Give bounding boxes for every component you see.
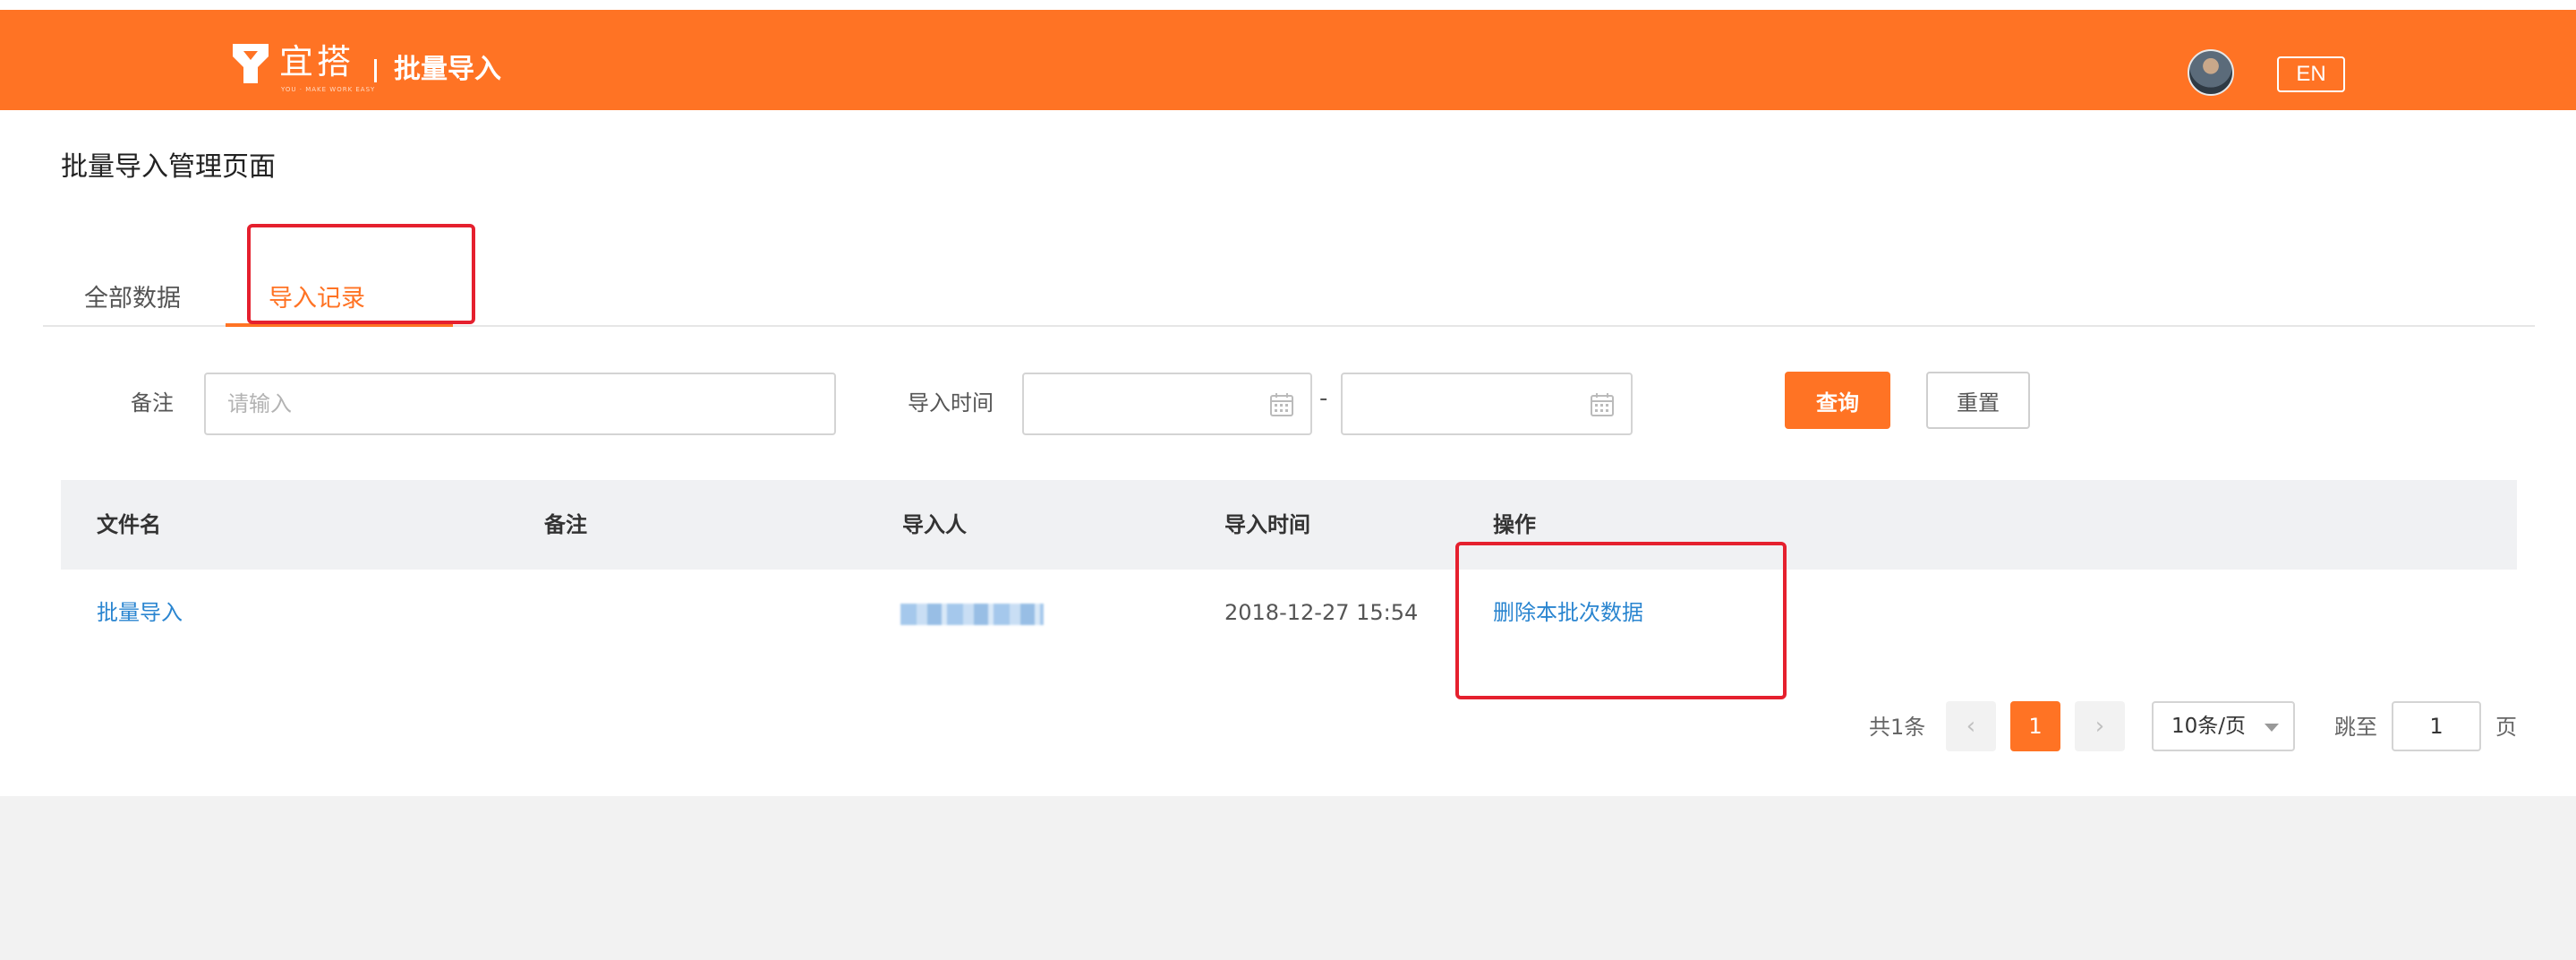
import-time-label: 导入时间 [908,390,994,416]
header-divider [374,59,377,82]
file-name-link[interactable]: 批量导入 [97,598,183,627]
pagination-total: 共1条 [1869,715,1926,740]
column-header-remark: 备注 [544,512,587,537]
column-header-actions: 操作 [1493,512,1536,537]
table-header: 文件名 备注 导入人 导入时间 操作 [61,480,2517,570]
page-size-select[interactable]: 10条/页 [2152,701,2295,751]
calendar-icon [1591,393,1614,416]
column-header-file-name: 文件名 [97,512,161,537]
caret-down-icon [2265,724,2279,732]
main-content [0,110,2576,796]
header-title: 批量导入 [394,54,501,85]
logo-text: 宜搭 [279,42,355,81]
app-header: 宜搭 YOU · MAKE WORK EASY 批量导入 EN [0,10,2576,110]
page-number-button[interactable]: 1 [2010,701,2060,751]
query-button[interactable]: 查询 [1785,372,1890,429]
chevron-right-icon: › [2094,713,2105,740]
prev-page-button[interactable]: ‹ [1946,701,1996,751]
page-size-value: 10条/页 [2171,715,2247,738]
page-suffix-label: 页 [2495,715,2517,740]
page-title: 批量导入管理页面 [61,151,276,183]
jump-to-label: 跳至 [2334,715,2377,740]
chevron-left-icon: ‹ [1966,713,1976,740]
user-avatar[interactable] [2188,49,2234,96]
calendar-icon [1270,393,1293,416]
annotation-highlight-tab [247,224,475,324]
annotation-highlight-action [1455,542,1787,699]
column-header-importer: 导入人 [902,512,967,537]
column-header-import-time: 导入时间 [1224,512,1310,537]
reset-button[interactable]: 重置 [1926,372,2030,429]
remark-filter-label: 备注 [131,390,174,416]
import-time-cell: 2018-12-27 15:54 [1224,600,1419,625]
jump-page-input[interactable] [2392,701,2481,751]
importer-cell-blurred [900,604,1044,625]
next-page-button[interactable]: › [2075,701,2125,751]
top-strip [0,0,2576,10]
yida-logo-icon [233,44,269,83]
date-range-separator: - [1319,385,1328,412]
tab-all-data[interactable]: 全部数据 [84,283,181,315]
logo-subtext: YOU · MAKE WORK EASY [281,86,376,93]
remark-input[interactable] [204,373,836,435]
language-toggle-button[interactable]: EN [2277,56,2345,92]
end-date-picker[interactable] [1341,373,1633,435]
start-date-picker[interactable] [1022,373,1312,435]
